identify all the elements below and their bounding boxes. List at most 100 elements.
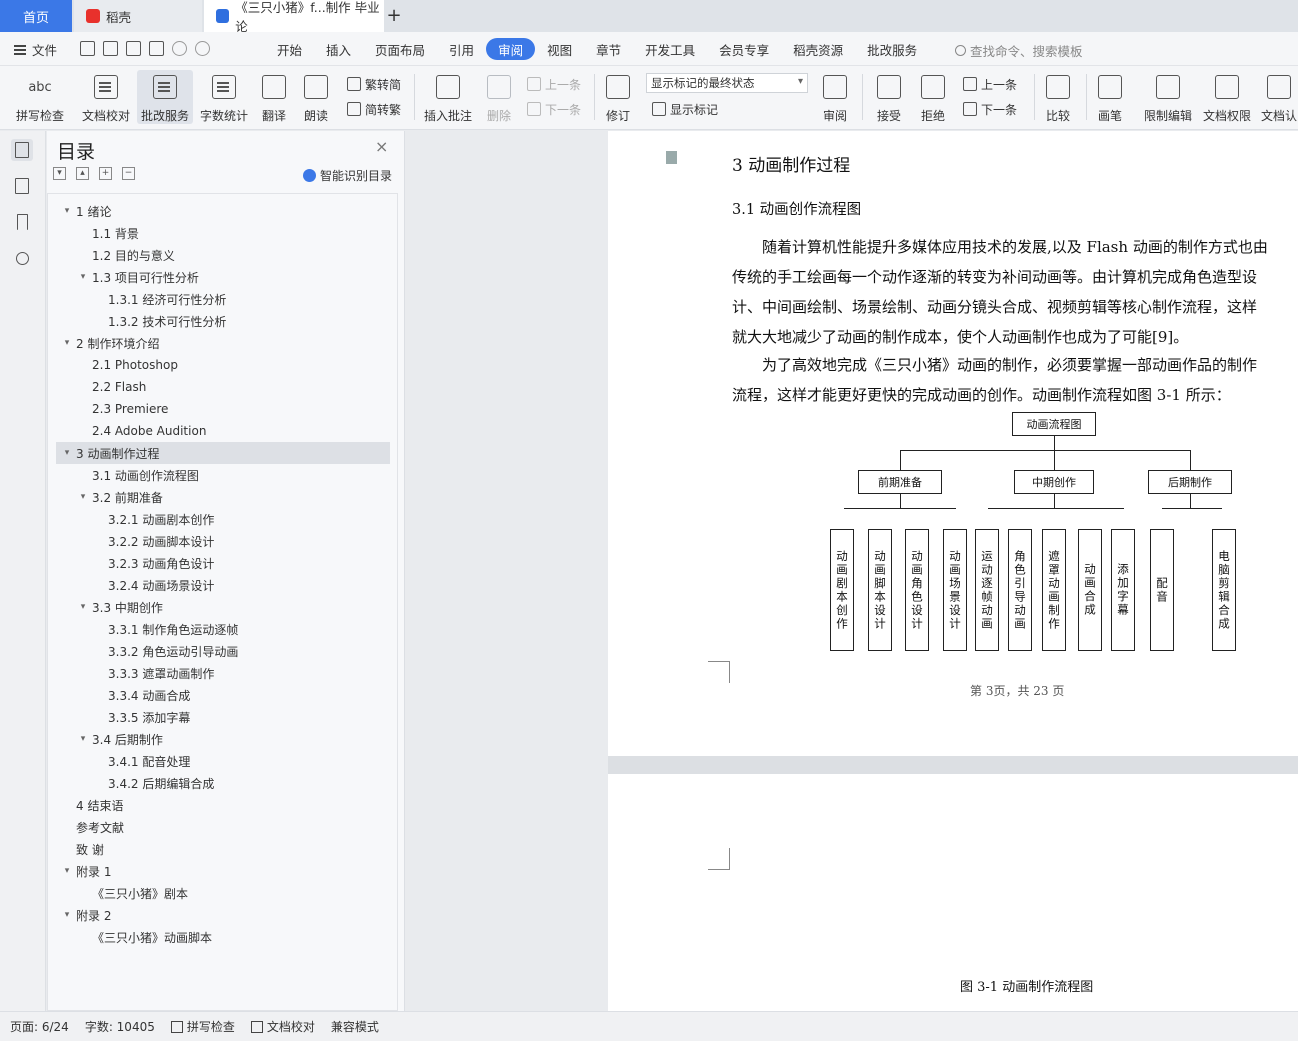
- translate-button[interactable]: 翻译: [256, 70, 292, 124]
- toc-item[interactable]: 《三只小猪》动画脚本: [56, 926, 390, 948]
- chevron-down-icon[interactable]: ▾: [78, 734, 88, 744]
- delete-comment-button[interactable]: 删除: [482, 70, 516, 124]
- toc-item[interactable]: 3.3.2 角色运动引导动画: [56, 640, 390, 662]
- find-nav-button[interactable]: [11, 247, 33, 269]
- toc-item[interactable]: ▾ 附录 1: [56, 860, 390, 882]
- toc-item[interactable]: 3.3.1 制作角色运动逐帧: [56, 618, 390, 640]
- toc-item[interactable]: 3.2.4 动画场景设计: [56, 574, 390, 596]
- tab-home[interactable]: 首页: [0, 0, 72, 32]
- toc-item[interactable]: 3.4.1 配音处理: [56, 750, 390, 772]
- toc-item[interactable]: 参考文献: [56, 816, 390, 838]
- toc-item[interactable]: 3.4.2 后期编辑合成: [56, 772, 390, 794]
- toc-item[interactable]: ▾ 2 制作环境介绍: [56, 332, 390, 354]
- toc-item[interactable]: ▾ 3.2 前期准备: [56, 486, 390, 508]
- compare-button[interactable]: 比较: [1040, 70, 1076, 124]
- spell-check-button[interactable]: abc 拼写检查: [10, 70, 70, 124]
- document-canvas[interactable]: 3 动画制作过程 3.1 动画创作流程图 随着计算机性能提升多媒体应用技术的发展…: [406, 131, 1298, 1011]
- toc-item[interactable]: 2.3 Premiere: [56, 398, 390, 420]
- toc-item[interactable]: ▾ 1 绪论: [56, 200, 390, 222]
- toc-item[interactable]: 3.3.3 遮罩动画制作: [56, 662, 390, 684]
- chevron-down-icon[interactable]: ▾: [78, 602, 88, 612]
- toc-item[interactable]: ▾ 附录 2: [56, 904, 390, 926]
- tab-docer[interactable]: 稻壳: [74, 0, 202, 32]
- toc-item[interactable]: 2.4 Adobe Audition: [56, 420, 390, 442]
- menu-item-8[interactable]: 会员专享: [707, 38, 781, 60]
- toc-item[interactable]: 2.1 Photoshop: [56, 354, 390, 376]
- collapse-all-icon[interactable]: ▴: [76, 167, 89, 180]
- toc-item[interactable]: 1.3.1 经济可行性分析: [56, 288, 390, 310]
- read-aloud-button[interactable]: 朗读: [300, 70, 332, 124]
- status-page[interactable]: 页面: 6/24: [10, 1018, 69, 1035]
- menu-item-7[interactable]: 开发工具: [633, 38, 707, 60]
- tab-document[interactable]: 《三只小猪》f...制作 毕业论: [204, 0, 384, 34]
- command-search[interactable]: 查找命令、搜索模板: [955, 41, 1083, 60]
- toc-nav-button[interactable]: [11, 139, 33, 161]
- toc-item[interactable]: 3.1 动画创作流程图: [56, 464, 390, 486]
- document-page-next[interactable]: 图 3-1 动画制作流程图: [608, 774, 1298, 1011]
- chevron-down-icon[interactable]: ▾: [62, 866, 72, 876]
- chevron-down-icon[interactable]: ▾: [62, 910, 72, 920]
- chapter-nav-button[interactable]: [11, 175, 33, 197]
- restrict-edit-button[interactable]: 限制编辑: [1140, 70, 1196, 124]
- toc-item[interactable]: 3.2.3 动画角色设计: [56, 552, 390, 574]
- toc-item[interactable]: 致 谢: [56, 838, 390, 860]
- menu-item-3[interactable]: 引用: [437, 38, 486, 60]
- menu-item-1[interactable]: 插入: [314, 38, 363, 60]
- chevron-down-icon[interactable]: ▾: [78, 492, 88, 502]
- prev-comment-button[interactable]: 上一条: [527, 74, 581, 94]
- bookmark-nav-button[interactable]: [11, 211, 33, 233]
- menu-item-0[interactable]: 开始: [265, 38, 314, 60]
- toc-item[interactable]: 《三只小猪》剧本: [56, 882, 390, 904]
- toc-item[interactable]: 1.1 背景: [56, 222, 390, 244]
- simp-to-trad-button[interactable]: 简转繁: [347, 99, 401, 119]
- accept-button[interactable]: 接受: [872, 70, 906, 124]
- menu-item-2[interactable]: 页面布局: [363, 38, 437, 60]
- doc-cert-button[interactable]: 文档认: [1260, 70, 1298, 124]
- smart-toc-button[interactable]: 智能识别目录: [303, 167, 392, 184]
- menu-item-4[interactable]: 审阅: [486, 38, 536, 60]
- toc-item[interactable]: 3.2.1 动画剧本创作: [56, 508, 390, 530]
- toc-item[interactable]: 1.2 目的与意义: [56, 244, 390, 266]
- word-count-button[interactable]: 字数统计: [198, 70, 250, 124]
- add-heading-icon[interactable]: +: [99, 167, 112, 180]
- status-doc-proof[interactable]: 文档校对: [250, 1018, 315, 1035]
- menu-item-6[interactable]: 章节: [584, 38, 633, 60]
- ink-button[interactable]: 画笔: [1094, 70, 1126, 124]
- save-icon[interactable]: [80, 41, 95, 56]
- next-comment-button[interactable]: 下一条: [527, 99, 581, 119]
- doc-proof-button[interactable]: 文档校对: [78, 70, 134, 124]
- toc-item[interactable]: ▾ 3 动画制作过程: [56, 442, 390, 464]
- toc-item[interactable]: 3.2.2 动画脚本设计: [56, 530, 390, 552]
- status-spell-check[interactable]: 拼写检查: [170, 1018, 235, 1035]
- close-icon[interactable]: ×: [375, 137, 388, 156]
- toc-item[interactable]: 4 结束语: [56, 794, 390, 816]
- menu-item-5[interactable]: 视图: [535, 38, 584, 60]
- reject-button[interactable]: 拒绝: [916, 70, 950, 124]
- chevron-down-icon[interactable]: ▾: [62, 448, 72, 458]
- print-preview-icon[interactable]: [149, 41, 164, 56]
- status-word-count[interactable]: 字数: 10405: [85, 1018, 155, 1035]
- export-pdf-icon[interactable]: [103, 41, 118, 56]
- undo-icon[interactable]: [172, 41, 187, 56]
- markup-state-select[interactable]: 显示标记的最终状态: [646, 73, 808, 93]
- track-changes-button[interactable]: 修订: [600, 70, 636, 124]
- doc-permission-button[interactable]: 文档权限: [1200, 70, 1254, 124]
- toc-item[interactable]: ▾ 3.3 中期创作: [56, 596, 390, 618]
- paragraph-marker-icon[interactable]: [666, 151, 677, 164]
- prev-change-button[interactable]: 上一条: [963, 74, 1017, 94]
- insert-comment-button[interactable]: 插入批注: [422, 70, 474, 124]
- menu-item-9[interactable]: 稻壳资源: [781, 38, 855, 60]
- toc-item[interactable]: 3.3.4 动画合成: [56, 684, 390, 706]
- redo-icon[interactable]: [195, 41, 210, 56]
- remove-heading-icon[interactable]: −: [122, 167, 135, 180]
- trad-to-simp-button[interactable]: 繁转简: [347, 74, 401, 94]
- toc-item[interactable]: 2.2 Flash: [56, 376, 390, 398]
- chevron-down-icon[interactable]: ▾: [62, 206, 72, 216]
- toc-item[interactable]: 1.3.2 技术可行性分析: [56, 310, 390, 332]
- expand-all-icon[interactable]: ▾: [53, 167, 66, 180]
- toc-item[interactable]: ▾ 1.3 项目可行性分析: [56, 266, 390, 288]
- next-change-button[interactable]: 下一条: [963, 99, 1017, 119]
- file-menu-button[interactable]: 文件: [14, 40, 57, 59]
- review-pane-button[interactable]: 审阅: [818, 70, 852, 124]
- review-service-button[interactable]: 批改服务: [137, 70, 193, 124]
